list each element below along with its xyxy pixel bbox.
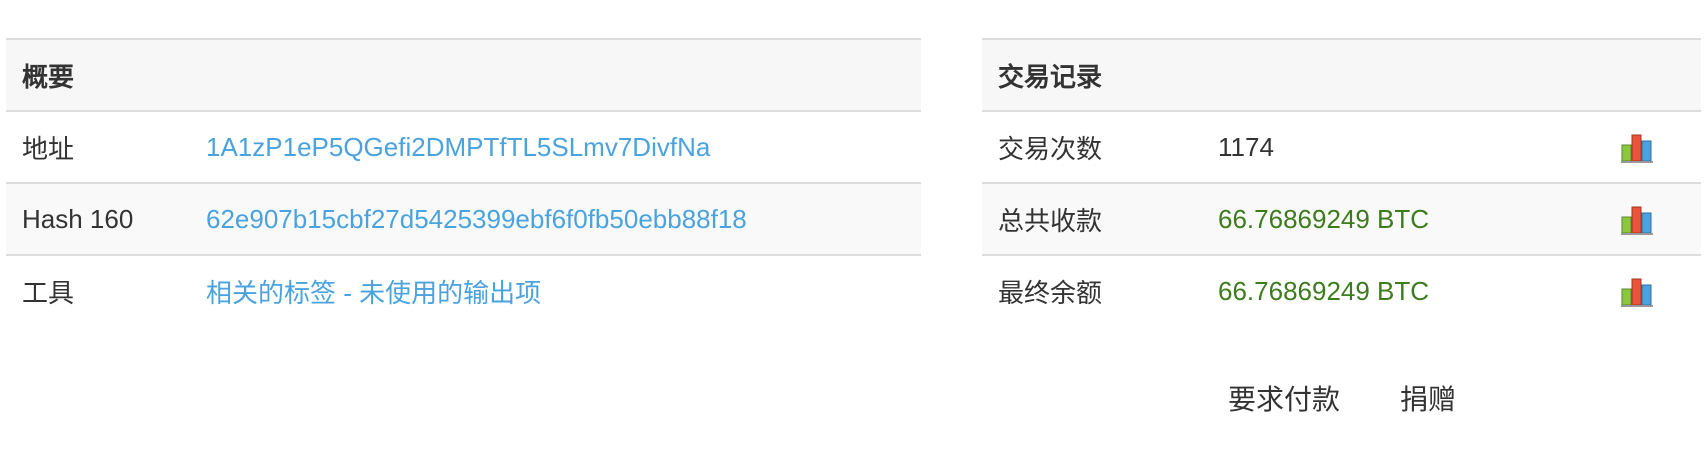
final-balance-value: 66.76869249 BTC [1218, 275, 1430, 306]
table-row: 交易次数 1174 [982, 111, 1701, 184]
donate-button[interactable]: 捐赠 [1400, 384, 1456, 415]
unspent-outputs-link[interactable]: 未使用的输出项 [359, 278, 541, 308]
summary-table: 概要 地址 1A1zP1eP5QGefi2DMPTfTL5SLmv7DivfNa… [6, 38, 921, 326]
address-label: 地址 [6, 111, 190, 184]
transactions-title: 交易记录 [982, 38, 1701, 112]
total-received-value: 66.76869249 BTC [1202, 183, 1605, 256]
hash-label: Hash 160 [6, 183, 190, 256]
table-row: 工具 相关的标签 - 未使用的输出项 [6, 255, 921, 326]
transactions-table: 交易记录 交易次数 1174 总共收款 66.76869249 BTC 最终余额 [982, 38, 1701, 326]
table-row: 地址 1A1zP1eP5QGefi2DMPTfTL5SLmv7DivfNa [6, 111, 921, 184]
total-received-label: 总共收款 [982, 183, 1202, 256]
action-links: 要求付款 捐赠 [1228, 378, 1456, 418]
final-balance-label: 最终余额 [998, 277, 1103, 308]
bar-chart-icon[interactable] [1621, 277, 1653, 308]
related-tags-link[interactable]: 相关的标签 [206, 278, 336, 308]
bar-chart-icon[interactable] [1621, 205, 1653, 236]
address-link[interactable]: 1A1zP1eP5QGefi2DMPTfTL5SLmv7DivfNa [206, 132, 710, 162]
tools-label: 工具 [22, 277, 75, 308]
tx-count-value: 1174 [1202, 111, 1605, 184]
tools-separator: - [336, 277, 360, 308]
table-row: 总共收款 66.76869249 BTC [982, 183, 1701, 256]
table-row: 最终余额 66.76869249 BTC [982, 255, 1701, 326]
summary-title: 概要 [6, 38, 921, 112]
request-payment-button[interactable]: 要求付款 [1228, 384, 1340, 415]
bar-chart-icon[interactable] [1621, 133, 1653, 164]
hash160-link[interactable]: 62e907b15cbf27d5425399ebf6f0fb50ebb88f18 [206, 204, 747, 234]
table-row: Hash 160 62e907b15cbf27d5425399ebf6f0fb5… [6, 183, 921, 256]
tx-count-label: 交易次数 [982, 111, 1202, 184]
